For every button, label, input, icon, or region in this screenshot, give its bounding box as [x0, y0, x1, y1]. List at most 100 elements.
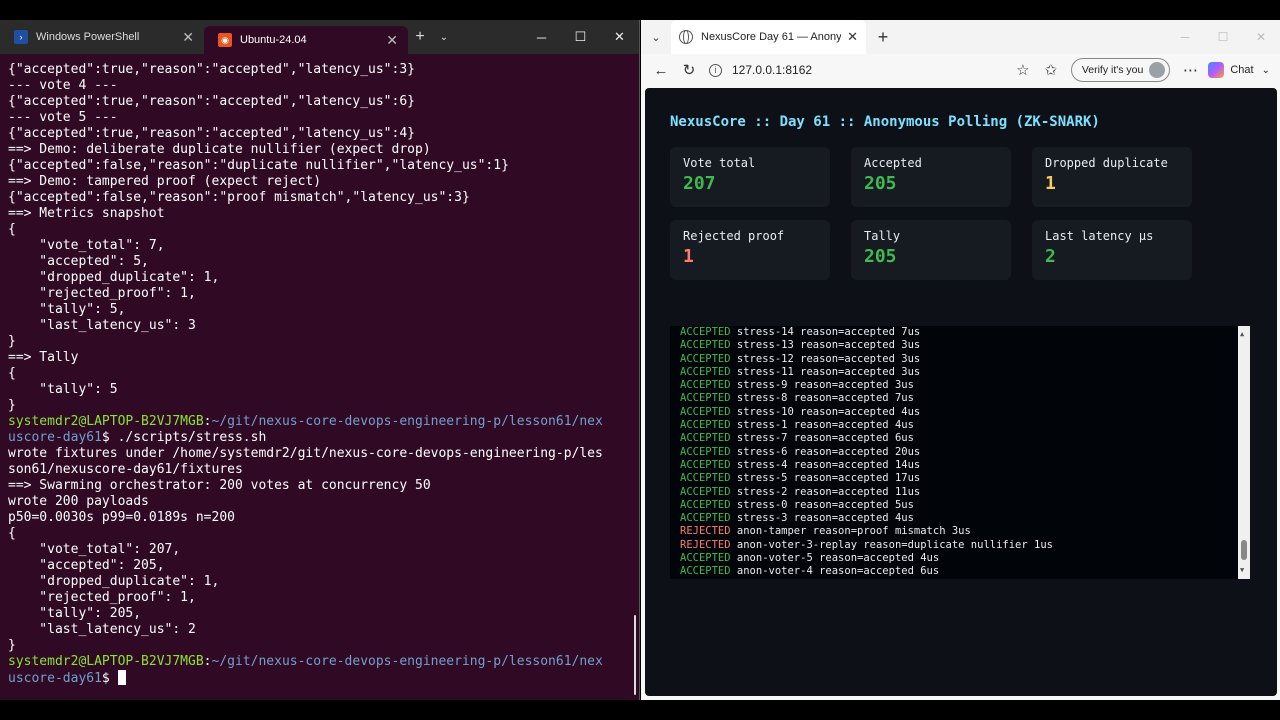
chevron-down-icon[interactable]: ⌄: [1262, 65, 1270, 76]
prompt-path: ~/git/nexus-core-devops-engineering-p/le…: [211, 414, 603, 429]
prompt-separator: :: [203, 414, 212, 429]
window-controls: ─ ☐ ✕: [1166, 20, 1280, 54]
log-status: REJECTED: [680, 538, 731, 551]
log-status: ACCEPTED: [680, 339, 731, 352]
tab-actions-chevron-icon[interactable]: ⌄: [641, 31, 671, 44]
tab-windows-powershell[interactable]: › Windows PowerShell ✕: [0, 20, 204, 54]
log-text: stress-3 reason=accepted 4us: [736, 512, 914, 525]
terminal-line: --- vote 5 ---: [8, 110, 638, 126]
log-text: anon-voter-4 reason=accepted 6us: [736, 565, 940, 578]
prompt-path: ~/git/nexus-core-devops-engineering-p/le…: [211, 654, 603, 669]
chat-label: Chat: [1230, 64, 1254, 76]
chevron-down-icon[interactable]: ⌄: [432, 20, 456, 54]
text-cursor: [117, 670, 126, 685]
output-text: "vote_total": 7,: [8, 238, 165, 253]
more-menu-icon[interactable]: ⋯: [1176, 56, 1204, 84]
metric-card-accepted: Accepted 205: [851, 147, 1011, 207]
scroll-down-icon[interactable]: ▼: [1240, 564, 1244, 577]
log-text: anon-voter-3-replay reason=duplicate nul…: [736, 538, 1053, 551]
output-text: --- vote 5 ---: [8, 110, 118, 125]
close-icon[interactable]: ✕: [182, 29, 194, 46]
metric-label: Dropped duplicate: [1045, 156, 1168, 170]
terminal-line: systemdr2@LAPTOP-B2VJ7MGB:~/git/nexus-co…: [8, 414, 638, 430]
output-text: "accepted": 205,: [8, 558, 165, 573]
log-text: anon-voter-5 reason=accepted 4us: [736, 552, 940, 565]
terminal-line: --- vote 4 ---: [8, 78, 638, 94]
verify-profile-button[interactable]: Verify it's you: [1070, 58, 1171, 82]
prompt-path: uscore-day61: [8, 671, 102, 686]
terminal-line: "vote_total": 207,: [8, 542, 638, 558]
refresh-icon[interactable]: ↻: [675, 56, 703, 84]
close-icon[interactable]: ✕: [847, 29, 858, 45]
log-entry: ACCEPTED stress-14 reason=accepted 7us: [680, 326, 1053, 339]
terminal-line: "rejected_proof": 1,: [8, 286, 638, 302]
scroll-up-icon[interactable]: ▲: [1240, 328, 1244, 341]
terminal-line: "vote_total": 7,: [8, 238, 638, 254]
tab-ubuntu[interactable]: ◉ Ubuntu-24.04 ✕: [204, 26, 408, 54]
output-text: ==> Tally: [8, 350, 79, 365]
log-entry: REJECTED anon-tamper reason=proof mismat…: [680, 525, 1053, 538]
maximize-icon[interactable]: ☐: [561, 20, 600, 54]
log-scrollbar[interactable]: ▲ ▼: [1238, 326, 1250, 579]
terminal-line: "tally": 205,: [8, 606, 638, 622]
browser-window: ⌄ NexusCore Day 61 — Anonymous ✕ + ─ ☐ ✕…: [641, 20, 1280, 700]
new-tab-button[interactable]: +: [408, 20, 432, 54]
terminal-line: wrote fixtures under /home/systemdr2/git…: [8, 446, 638, 462]
address-bar[interactable]: i 127.0.0.1:8162: [703, 63, 1009, 77]
vote-log-panel[interactable]: ACCEPTED stress-14 reason=accepted 7us AC…: [670, 326, 1250, 579]
terminal-line: "accepted": 205,: [8, 558, 638, 574]
copilot-chat-button[interactable]: Chat ⌄: [1204, 62, 1274, 78]
terminal-line: ==> Tally: [8, 350, 638, 366]
log-status: ACCEPTED: [680, 379, 731, 392]
log-entry: ACCEPTED stress-2 reason=accepted 11us: [680, 486, 1053, 499]
minimize-icon[interactable]: ─: [522, 20, 561, 54]
close-window-icon[interactable]: ✕: [600, 20, 639, 54]
output-text: {"accepted":true,"reason":"accepted","la…: [8, 126, 415, 141]
back-arrow-icon[interactable]: ←: [647, 56, 675, 84]
log-text: stress-6 reason=accepted 20us: [736, 445, 921, 458]
new-tab-button[interactable]: +: [866, 27, 900, 48]
browser-tab-active[interactable]: NexusCore Day 61 — Anonymous ✕: [671, 20, 866, 54]
terminal-line: }: [8, 334, 638, 350]
close-icon[interactable]: ✕: [386, 32, 398, 49]
favorite-star-icon[interactable]: ☆: [1009, 56, 1037, 84]
scroll-thumb[interactable]: [1241, 540, 1247, 560]
log-text: stress-7 reason=accepted 6us: [736, 432, 914, 445]
output-text: "dropped_duplicate": 1,: [8, 574, 220, 589]
browser-tab-bar: ⌄ NexusCore Day 61 — Anonymous ✕ + ─ ☐ ✕: [641, 20, 1280, 54]
metric-label: Vote total: [683, 156, 756, 170]
log-status: ACCEPTED: [680, 392, 731, 405]
terminal-output[interactable]: {"accepted":true,"reason":"accepted","la…: [0, 54, 638, 700]
terminal-line: {: [8, 222, 638, 238]
metric-value: 2: [1045, 246, 1056, 267]
terminal-line: "rejected_proof": 1,: [8, 590, 638, 606]
terminal-window: › Windows PowerShell ✕ ◉ Ubuntu-24.04 ✕ …: [0, 20, 640, 700]
metric-value: 1: [683, 246, 694, 267]
favorites-list-icon[interactable]: ✩: [1037, 56, 1065, 84]
output-text: {: [8, 366, 16, 381]
log-entry: ACCEPTED stress-7 reason=accepted 6us: [680, 432, 1053, 445]
log-entry: ACCEPTED stress-4 reason=accepted 14us: [680, 459, 1053, 472]
browser-toolbar: ← ↻ i 127.0.0.1:8162 ☆ ✩ Verify it's you…: [641, 54, 1280, 86]
terminal-line: "last_latency_us": 3: [8, 318, 638, 334]
output-text: "tally": 5,: [8, 302, 126, 317]
terminal-scrollbar[interactable]: [634, 615, 636, 695]
terminal-line: uscore-day61$: [8, 670, 638, 686]
output-text: ==> Demo: deliberate duplicate nullifier…: [8, 142, 431, 157]
maximize-icon[interactable]: ☐: [1204, 20, 1242, 54]
output-text: "vote_total": 207,: [8, 542, 181, 557]
site-info-icon[interactable]: i: [709, 63, 722, 77]
close-window-icon[interactable]: ✕: [1242, 20, 1280, 54]
terminal-line: ==> Demo: tampered proof (expect reject): [8, 174, 638, 190]
prompt-user: systemdr2@LAPTOP-B2VJ7MGB: [8, 414, 204, 429]
globe-icon: [679, 30, 693, 44]
prompt-separator: :: [203, 654, 212, 669]
terminal-line: {"accepted":true,"reason":"accepted","la…: [8, 62, 638, 78]
minimize-icon[interactable]: ─: [1166, 20, 1204, 54]
terminal-line: "last_latency_us": 2: [8, 622, 638, 638]
log-text: stress-10 reason=accepted 4us: [736, 405, 921, 418]
log-status: ACCEPTED: [680, 419, 731, 432]
log-status: ACCEPTED: [680, 472, 731, 485]
log-status: ACCEPTED: [680, 498, 731, 511]
log-status: ACCEPTED: [680, 326, 731, 338]
